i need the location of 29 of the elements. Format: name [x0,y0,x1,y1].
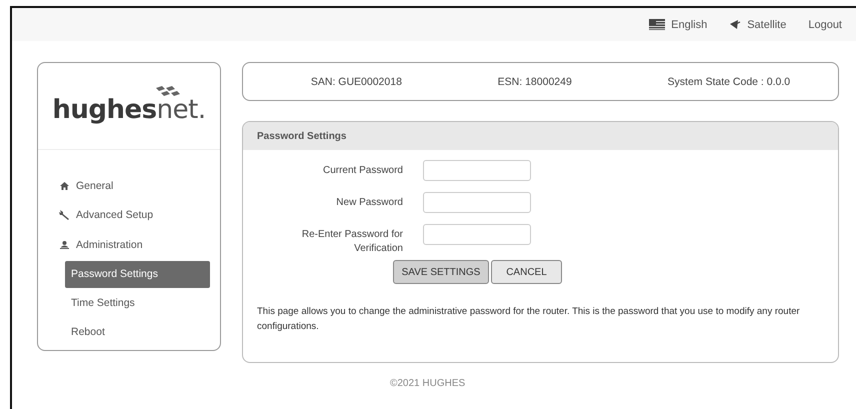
satellite-link[interactable]: Satellite [729,18,786,30]
info-text: ESN: 18000249 [498,76,572,88]
sidebar-item[interactable]: Reboot [65,318,210,346]
description-text: This page allows you to change the administrative password for the router. This is the password that you use to modify any router configurations. [257,305,801,334]
user-icon [60,240,69,249]
save-button[interactable]: SAVE SETTINGS [393,260,489,284]
cancel-button[interactable]: CANCEL [491,260,562,284]
wrench-icon [59,210,70,220]
password-field[interactable] [423,160,531,181]
field-label: Current Password [322,164,403,178]
field-label: Re-Enter Password for Verification [300,228,403,256]
copyright-text: ©2021 HUGHES [389,378,466,389]
sidebar-item[interactable]: Password Settings [65,260,210,288]
info-text: System State Code : 0.0.0 [668,76,790,88]
home-icon [60,182,69,190]
info-text: SAN: GUE0002018 [310,76,402,88]
language-link[interactable]: English [649,18,708,30]
panel-title: Password Settings [243,122,838,150]
sidebar-item[interactable]: General [59,171,210,200]
sidebar-item[interactable]: Time Settings [65,288,210,318]
logout-link[interactable]: Logout [808,18,842,30]
flag-icon [649,19,666,30]
satellite-dish-icon [729,19,742,30]
logo: hughesnet. [52,95,206,125]
sidebar-item[interactable]: Advanced Setup [59,200,210,230]
password-field[interactable] [423,224,531,245]
password-field[interactable] [423,192,531,213]
sidebar-item[interactable]: Administration [59,230,210,260]
field-label: New Password [335,196,403,210]
